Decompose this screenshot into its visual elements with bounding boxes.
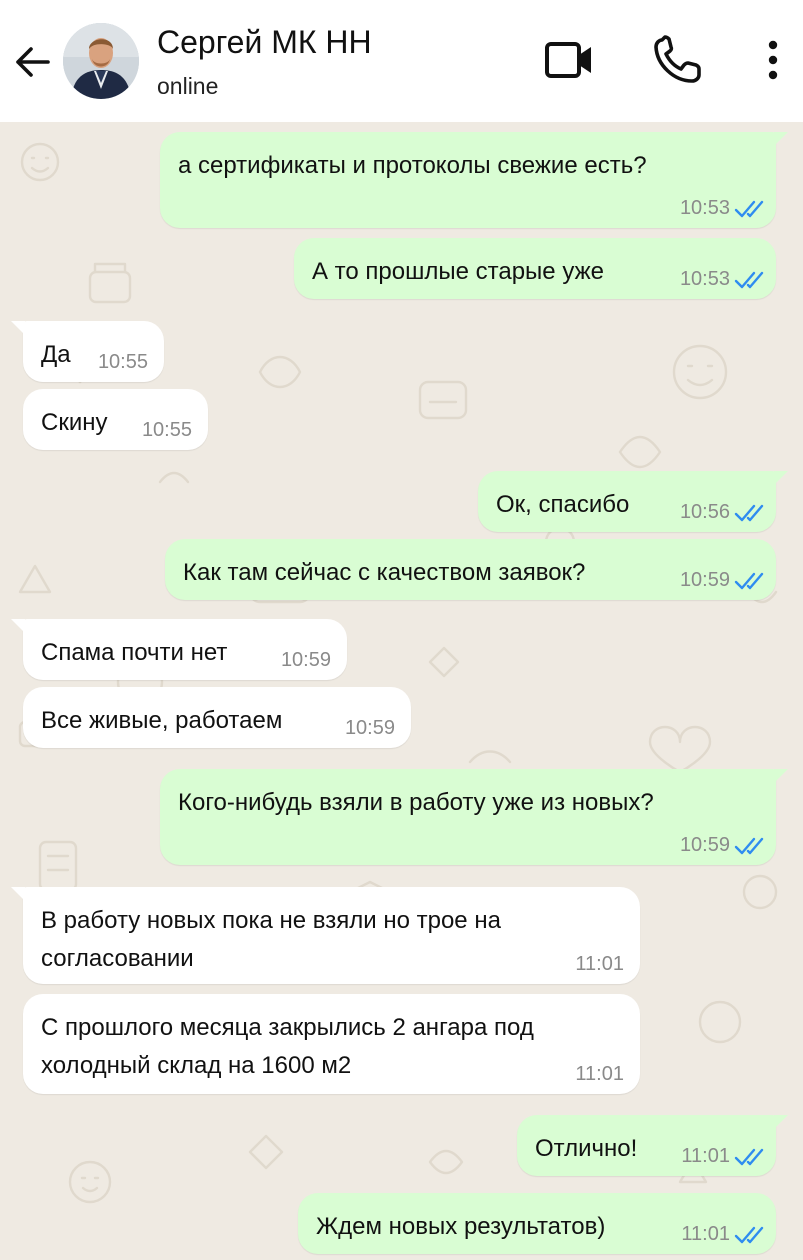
contact-name[interactable]: Сергей МК НН — [157, 24, 372, 61]
more-vertical-icon — [768, 40, 778, 80]
bubble-tail — [774, 471, 788, 485]
outgoing-message[interactable]: а сертификаты и протоколы свежие есть? 10… — [160, 132, 788, 228]
message-time: 11:01 — [575, 953, 624, 975]
message-meta: 10:59 — [680, 569, 764, 592]
message-text: А то прошлые старые уже — [312, 258, 604, 285]
arrow-left-icon — [16, 47, 50, 77]
message-time: 11:01 — [681, 1223, 730, 1245]
incoming-message[interactable]: Скину 10:55 — [23, 389, 208, 450]
bubble-tail — [11, 887, 25, 901]
incoming-message[interactable]: Спама почти нет 10:59 — [11, 619, 347, 680]
message-meta: 10:59 — [345, 717, 395, 740]
double-check-icon — [734, 200, 764, 217]
message-text: Отлично! — [535, 1135, 638, 1162]
outgoing-message[interactable]: Как там сейчас с качеством заявок? 10:59 — [165, 539, 776, 600]
message-text: Все живые, работаем — [41, 707, 283, 734]
message-text: Ждем новых результатов) — [316, 1213, 606, 1240]
message-meta: 10:56 — [680, 501, 764, 524]
message-time: 10:55 — [141, 419, 192, 441]
double-check-icon — [734, 572, 764, 589]
message-meta: 10:59 — [281, 649, 331, 672]
message-time: 11:01 — [575, 1063, 624, 1085]
bubble-tail — [774, 769, 788, 783]
message-text: Кого-нибудь взяли в работу уже из новых? — [178, 789, 654, 816]
avatar[interactable] — [63, 23, 139, 99]
message-time: 10:53 — [679, 197, 730, 219]
message-time: 10:56 — [679, 501, 730, 523]
message-time: 10:55 — [97, 351, 148, 373]
message-text: Как там сейчас с качеством заявок? — [183, 559, 586, 586]
message-text: С прошлого месяца закрылись 2 ангара под… — [41, 1014, 534, 1079]
voice-call-button[interactable] — [650, 35, 704, 85]
message-meta: 11:01 — [575, 953, 624, 976]
message-text: Скину — [41, 409, 108, 436]
back-button[interactable] — [10, 40, 54, 84]
outgoing-message[interactable]: А то прошлые старые уже 10:53 — [294, 238, 776, 299]
message-meta: 10:53 — [680, 268, 764, 291]
phone-icon — [654, 35, 701, 83]
double-check-icon — [734, 837, 764, 854]
message-text: Да — [41, 341, 71, 368]
contact-photo — [63, 23, 139, 99]
bubble-tail — [774, 132, 788, 146]
bubble-tail — [11, 321, 25, 335]
double-check-icon — [734, 271, 764, 288]
contact-status: online — [157, 73, 219, 99]
more-options-button[interactable] — [758, 36, 788, 86]
incoming-message[interactable]: В работу новых пока не взяли но трое на … — [11, 887, 640, 984]
message-meta: 11:01 — [681, 1145, 764, 1168]
double-check-icon — [734, 1148, 764, 1165]
bubble-tail — [11, 619, 25, 633]
message-time: 10:53 — [679, 268, 730, 290]
chat-area[interactable]: а сертификаты и протоколы свежие есть? 10… — [0, 122, 803, 1260]
incoming-message[interactable]: Все живые, работаем 10:59 — [23, 687, 411, 748]
double-check-icon — [734, 1226, 764, 1243]
message-meta: 10:59 — [680, 834, 764, 857]
message-text: В работу новых пока не взяли но трое на … — [41, 907, 501, 972]
outgoing-message[interactable]: Ждем новых результатов) 11:01 — [298, 1193, 776, 1254]
incoming-message[interactable]: Да 10:55 — [11, 321, 164, 382]
incoming-message[interactable]: С прошлого месяца закрылись 2 ангара под… — [23, 994, 640, 1094]
message-time: 10:59 — [679, 834, 730, 856]
outgoing-message[interactable]: Ок, спасибо 10:56 — [478, 471, 788, 532]
message-time: 10:59 — [280, 649, 331, 671]
message-time: 11:01 — [681, 1145, 730, 1167]
outgoing-message[interactable]: Отлично! 11:01 — [517, 1115, 788, 1176]
bubble-tail — [774, 1115, 788, 1129]
message-time: 10:59 — [344, 717, 395, 739]
message-text: Ок, спасибо — [496, 491, 630, 518]
video-call-icon — [545, 42, 591, 78]
message-meta: 10:55 — [142, 419, 192, 442]
message-meta: 11:01 — [575, 1063, 624, 1086]
message-text: Спама почти нет — [41, 639, 228, 666]
message-meta: 10:55 — [98, 351, 148, 374]
message-meta: 10:53 — [680, 197, 764, 220]
double-check-icon — [734, 504, 764, 521]
video-call-button[interactable] — [541, 38, 597, 82]
chat-header: Сергей МК НН online — [0, 0, 803, 122]
message-text: а сертификаты и протоколы свежие есть? — [178, 152, 647, 179]
message-meta: 11:01 — [681, 1223, 764, 1246]
message-time: 10:59 — [679, 569, 730, 591]
outgoing-message[interactable]: Кого-нибудь взяли в работу уже из новых?… — [160, 769, 788, 865]
